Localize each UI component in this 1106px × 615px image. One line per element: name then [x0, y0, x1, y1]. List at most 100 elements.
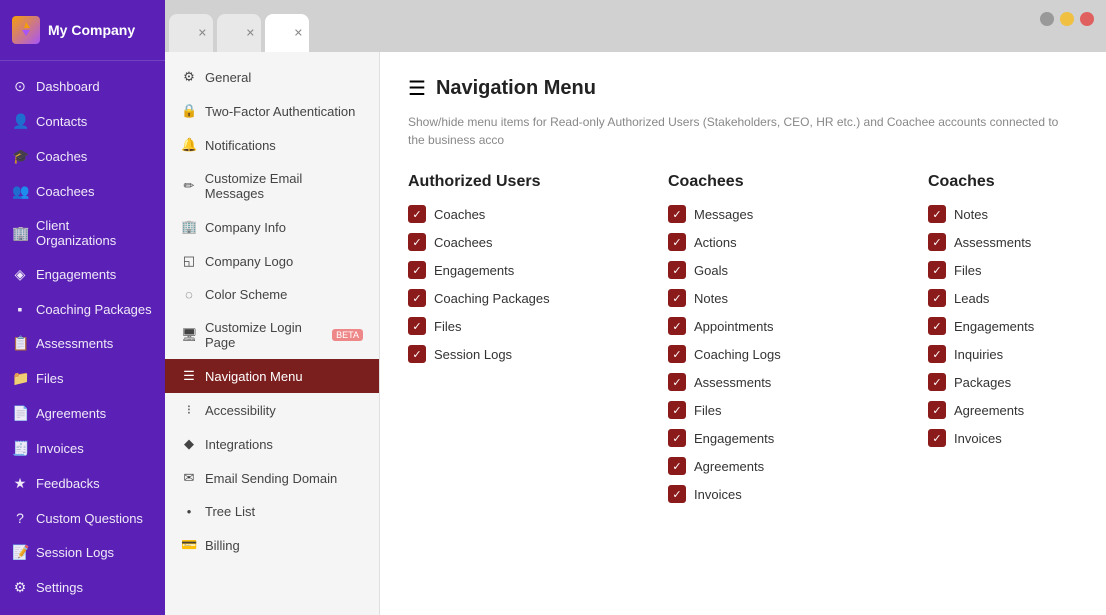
maximize-button[interactable]	[1060, 12, 1074, 26]
settings-nav-color-scheme[interactable]: ◌ Color Scheme	[165, 278, 379, 311]
settings-nav-customize-login[interactable]: 🖥 Customize Login Page BETA	[165, 311, 379, 359]
sidebar-item-coaches[interactable]: 🎓 Coaches	[0, 139, 165, 174]
checkbox-notes-coaches[interactable]: ✓	[928, 205, 946, 223]
sidebar-item-coaching-packages[interactable]: ▪ Coaching Packages	[0, 292, 165, 326]
sidebar-item-assessments[interactable]: 📋 Assessments	[0, 326, 165, 361]
settings-nav-billing[interactable]: 💳 Billing	[165, 528, 379, 562]
checkbox-session-logs-auth[interactable]: ✓	[408, 345, 426, 363]
tab-2[interactable]: ✕	[217, 14, 261, 52]
sidebar-label-assessments: Assessments	[36, 336, 113, 351]
settings-nav-integrations[interactable]: ◆ Integrations	[165, 427, 379, 461]
tab-2-close[interactable]: ✕	[246, 27, 255, 40]
checkbox-engagements-auth[interactable]: ✓	[408, 261, 426, 279]
sidebar-item-engagements[interactable]: ◈ Engagements	[0, 257, 165, 292]
main-area: ✕ ✕ ✕ ⚙ General	[165, 0, 1106, 615]
sidebar-item-dashboard[interactable]: ⊙ Dashboard	[0, 69, 165, 104]
sidebar-item-session-logs[interactable]: 📝 Session Logs	[0, 535, 165, 570]
settings-nav-company-info[interactable]: 🏢 Company Info	[165, 210, 379, 244]
check-item-assessments-coaches: ✓ Assessments	[928, 233, 1106, 251]
settings-nav-billing-label: Billing	[205, 538, 240, 553]
tab-1-close[interactable]: ✕	[198, 27, 207, 40]
checkbox-agreements-coachees[interactable]: ✓	[668, 457, 686, 475]
sidebar-item-files[interactable]: 📁 Files	[0, 361, 165, 396]
company-info-icon: 🏢	[181, 219, 197, 235]
checkbox-assessments-coachees[interactable]: ✓	[668, 373, 686, 391]
general-icon: ⚙	[181, 69, 197, 85]
checkbox-goals[interactable]: ✓	[668, 261, 686, 279]
check-item-coaching-logs: ✓ Coaching Logs	[668, 345, 868, 363]
checkbox-engagements-coaches[interactable]: ✓	[928, 317, 946, 335]
tab-3-close[interactable]: ✕	[294, 27, 303, 40]
sidebar-navigation: ⊙ Dashboard 👤 Contacts 🎓 Coaches 👥 Coach…	[0, 61, 165, 615]
check-item-files-auth: ✓ Files	[408, 317, 608, 335]
email-messages-icon: ✏	[181, 178, 197, 194]
checkbox-notes-coachees[interactable]: ✓	[668, 289, 686, 307]
sidebar-label-session-logs: Session Logs	[36, 545, 114, 560]
settings-nav-navigation-menu[interactable]: ☰ Navigation Menu	[165, 359, 379, 393]
checkbox-files-coachees[interactable]: ✓	[668, 401, 686, 419]
checkbox-invoices-coaches[interactable]: ✓	[928, 429, 946, 447]
check-item-agreements-coachees: ✓ Agreements	[668, 457, 868, 475]
settings-nav-notifications[interactable]: 🔔 Notifications	[165, 128, 379, 162]
settings-nav: ⚙ General 🔒 Two-Factor Authentication 🔔 …	[165, 52, 380, 615]
settings-nav-2fa-label: Two-Factor Authentication	[205, 104, 355, 119]
checkbox-messages[interactable]: ✓	[668, 205, 686, 223]
check-item-inquiries: ✓ Inquiries	[928, 345, 1106, 363]
check-item-appointments: ✓ Appointments	[668, 317, 868, 335]
client-orgs-icon: 🏢	[12, 225, 28, 242]
sidebar-item-agreements[interactable]: 📄 Agreements	[0, 396, 165, 431]
checkbox-engagements-coachees[interactable]: ✓	[668, 429, 686, 447]
sidebar-item-invoices[interactable]: 🧾 Invoices	[0, 431, 165, 466]
sidebar-item-coachees[interactable]: 👥 Coachees	[0, 174, 165, 209]
check-item-coaching-packages-auth: ✓ Coaching Packages	[408, 289, 608, 307]
check-item-engagements-coaches: ✓ Engagements	[928, 317, 1106, 335]
checkbox-files-coaches[interactable]: ✓	[928, 261, 946, 279]
settings-nav-customize-login-label: Customize Login Page	[205, 320, 322, 350]
sidebar-label-invoices: Invoices	[36, 441, 84, 456]
check-item-coachees-auth: ✓ Coachees	[408, 233, 608, 251]
2fa-icon: 🔒	[181, 103, 197, 119]
sidebar-item-contacts[interactable]: 👤 Contacts	[0, 104, 165, 139]
sidebar-label-settings: Settings	[36, 580, 83, 595]
close-button[interactable]	[1080, 12, 1094, 26]
checkbox-coaching-packages-auth[interactable]: ✓	[408, 289, 426, 307]
checkbox-coachees-auth[interactable]: ✓	[408, 233, 426, 251]
tab-3[interactable]: ✕	[265, 14, 309, 52]
settings-nav-2fa[interactable]: 🔒 Two-Factor Authentication	[165, 94, 379, 128]
checkbox-packages[interactable]: ✓	[928, 373, 946, 391]
sidebar-item-client-orgs[interactable]: 🏢 Client Organizations	[0, 209, 165, 257]
settings-nav-email-domain[interactable]: ✉ Email Sending Domain	[165, 461, 379, 495]
settings-nav-navigation-menu-label: Navigation Menu	[205, 369, 303, 384]
session-logs-icon: 📝	[12, 544, 28, 561]
checkbox-agreements-coaches[interactable]: ✓	[928, 401, 946, 419]
sidebar-label-client-orgs: Client Organizations	[36, 218, 153, 248]
settings-nav-accessibility[interactable]: ⁝ Accessibility	[165, 393, 379, 427]
checkbox-coaches-auth[interactable]: ✓	[408, 205, 426, 223]
invoices-icon: 🧾	[12, 440, 28, 457]
sidebar-label-files: Files	[36, 371, 63, 386]
checkbox-actions[interactable]: ✓	[668, 233, 686, 251]
sidebar-item-feedbacks[interactable]: ★ Feedbacks	[0, 466, 165, 501]
checkbox-leads[interactable]: ✓	[928, 289, 946, 307]
sidebar-label-engagements: Engagements	[36, 267, 116, 282]
coaches-icon: 🎓	[12, 148, 28, 165]
settings-nav-company-logo[interactable]: ◱ Company Logo	[165, 244, 379, 278]
checkbox-inquiries[interactable]: ✓	[928, 345, 946, 363]
sidebar-item-custom-questions[interactable]: ? Custom Questions	[0, 501, 165, 535]
checkbox-assessments-coaches[interactable]: ✓	[928, 233, 946, 251]
minimize-button[interactable]	[1040, 12, 1054, 26]
sidebar-item-settings[interactable]: ⚙ Settings	[0, 570, 165, 605]
checkbox-invoices-coachees[interactable]: ✓	[668, 485, 686, 503]
company-name: My Company	[48, 22, 135, 38]
checkbox-appointments[interactable]: ✓	[668, 317, 686, 335]
main-content: ☰ Navigation Menu Show/hide menu items f…	[380, 52, 1106, 615]
settings-nav-general[interactable]: ⚙ General	[165, 60, 379, 94]
beta-badge: BETA	[332, 329, 363, 341]
page-description: Show/hide menu items for Read-only Autho…	[408, 113, 1078, 149]
checkbox-coaching-logs[interactable]: ✓	[668, 345, 686, 363]
tab-1[interactable]: ✕	[169, 14, 213, 52]
checkbox-files-auth[interactable]: ✓	[408, 317, 426, 335]
settings-nav-tree-list[interactable]: • Tree List	[165, 495, 379, 528]
settings-nav-email-messages[interactable]: ✏ Customize Email Messages	[165, 162, 379, 210]
check-item-coaches-auth: ✓ Coaches	[408, 205, 608, 223]
